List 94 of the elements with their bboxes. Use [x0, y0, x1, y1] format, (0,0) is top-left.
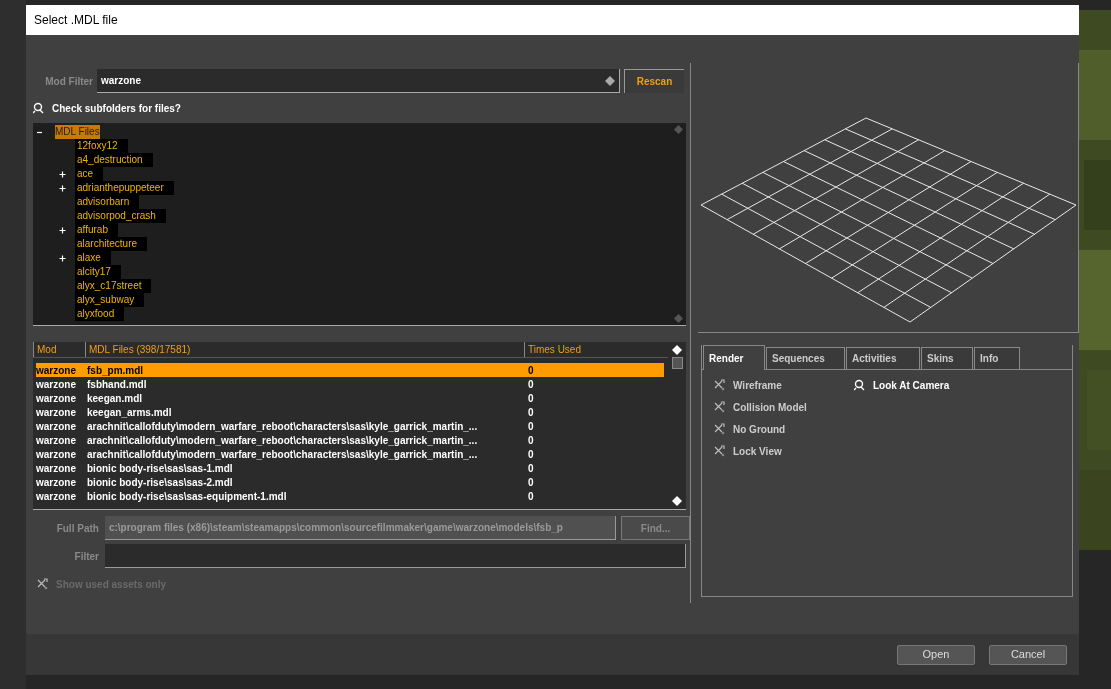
tree-item[interactable]: alyxfood	[75, 307, 125, 321]
list-row[interactable]: warzone keegan.mdl 0	[36, 391, 664, 405]
tree-item[interactable]: alcity17	[75, 265, 121, 279]
table-cell-text: warzone	[36, 377, 77, 392]
unchecked-checkbox-icon[interactable]	[714, 423, 725, 435]
tab[interactable]: Sequences	[766, 347, 845, 369]
dialog-button[interactable]: Cancel	[989, 644, 1067, 665]
table-cell-text: 0	[528, 433, 534, 448]
dialog-button[interactable]: Open	[897, 644, 975, 665]
table-cell-text: warzone	[36, 447, 77, 462]
window-title: Select .MDL file	[34, 12, 118, 29]
table-cell-text: warzone	[36, 475, 77, 490]
table-cell-text: warzone	[36, 405, 77, 420]
tree-item[interactable]: alyx_subway	[75, 293, 145, 307]
tree-item[interactable]: alarchitecture	[75, 237, 148, 251]
tree-item[interactable]: affurab	[75, 223, 118, 237]
table-cell-text: arachnit\callofduty\modern_warfare_reboot\characters\sas\kyle_garrick_martin_...	[87, 419, 479, 434]
checkbox-label: Wireframe	[733, 378, 782, 393]
unchecked-checkbox-icon[interactable]	[714, 401, 725, 413]
expand-icon[interactable]	[59, 226, 66, 234]
table-cell-text: bionic body-rise\sas\sas-1.mdl	[87, 461, 234, 476]
unchecked-checkbox-icon[interactable]	[714, 379, 725, 391]
list-row[interactable]: warzone arachnit\callofduty\modern_warfare_reboot\characters\sas\kyle_garrick_martin_... 0	[36, 447, 664, 461]
table-cell-text: bionic body-rise\sas\sas-2.mdl	[87, 475, 234, 490]
table-cell-text: keegan_arms.mdl	[87, 405, 173, 420]
column-header[interactable]: MDL Files (398/17581)	[85, 342, 524, 357]
tab[interactable]: Activities	[846, 347, 920, 369]
table-cell-text: warzone	[36, 419, 77, 434]
table-cell-text: 0	[528, 475, 534, 490]
tree-item[interactable]: alyx_c17street	[75, 279, 152, 293]
checkbox-label: Collision Model	[733, 400, 807, 415]
table-cell-text: 0	[528, 377, 534, 392]
table-cell-text: warzone	[36, 461, 77, 476]
tab[interactable]: Info	[974, 347, 1020, 369]
table-cell-text: 0	[528, 447, 534, 462]
tree-item[interactable]: ace	[75, 167, 104, 181]
table-cell-text: warzone	[36, 363, 77, 378]
tree-item[interactable]: advisorpod_crash	[75, 209, 166, 223]
table-cell-text: keegan.mdl	[87, 391, 144, 406]
mod-filter-field[interactable]: warzone	[97, 69, 620, 93]
rescan-button[interactable]: Rescan	[624, 69, 684, 93]
checkbox-label: Check subfolders for files?	[52, 101, 181, 116]
tab[interactable]: Render	[703, 345, 765, 370]
expand-icon[interactable]	[59, 184, 66, 192]
list-row[interactable]: warzone keegan_arms.mdl 0	[36, 405, 664, 419]
scroll-thumb[interactable]	[671, 357, 683, 369]
field-label: Full Path	[55, 521, 100, 536]
table-cell-text: arachnit\callofduty\modern_warfare_reboot\characters\sas\kyle_garrick_martin_...	[87, 433, 479, 448]
checkbox-label: Look At Camera	[873, 378, 950, 393]
list-row[interactable]: warzone bionic body-rise\sas\sas-1.mdl 0	[36, 461, 664, 475]
expand-icon[interactable]	[59, 254, 66, 262]
list-row[interactable]: warzone arachnit\callofduty\modern_warfare_reboot\characters\sas\kyle_garrick_martin_... 0	[36, 433, 664, 447]
table-cell-text: 0	[528, 461, 534, 476]
table-cell-text: 0	[528, 419, 534, 434]
unchecked-checkbox-icon[interactable]	[37, 578, 48, 590]
tree-item[interactable]: MDL Files	[55, 125, 100, 139]
checkbox-label: No Ground	[733, 422, 786, 437]
scroll-up-icon	[673, 125, 683, 134]
list-row[interactable]: warzone arachnit\callofduty\modern_warfare_reboot\characters\sas\kyle_garrick_martin_... 0	[36, 419, 664, 433]
list-row[interactable]: warzone bionic body-rise\sas\sas-2.mdl 0	[36, 475, 664, 489]
table-cell-text: warzone	[36, 489, 77, 504]
table-cell-text: 0	[528, 391, 534, 406]
table-cell-text: 0	[528, 489, 534, 504]
field-label: Filter	[73, 549, 100, 564]
checkbox-label: Lock View	[733, 444, 782, 459]
tree-item[interactable]: advisorbarn	[75, 195, 140, 209]
table-cell-text: fsbhand.mdl	[87, 377, 148, 392]
list-row[interactable]: warzone fsbhand.mdl 0	[36, 377, 664, 391]
unchecked-checkbox-icon[interactable]	[714, 445, 725, 457]
field-label: Mod Filter	[44, 74, 94, 89]
checked-checkbox-icon[interactable]	[854, 379, 865, 391]
expand-icon[interactable]	[59, 170, 66, 178]
selected-row[interactable]: warzone fsb_pm.mdl 0	[36, 363, 664, 377]
tree-item[interactable]: a4_destruction	[75, 153, 153, 167]
table-cell-text: warzone	[36, 433, 77, 448]
table-cell-text: bionic body-rise\sas\sas-equipment-1.mdl	[87, 489, 288, 504]
checked-checkbox-icon[interactable]	[33, 102, 44, 114]
table-cell-text: warzone	[36, 391, 77, 406]
table-cell-text: fsb_pm.mdl	[87, 363, 145, 378]
table-cell-text: 0	[528, 405, 534, 420]
filter-field[interactable]	[105, 544, 686, 568]
tree-item[interactable]: alaxe	[75, 251, 111, 265]
tree-item[interactable]: adrianthepuppeteer	[75, 181, 174, 195]
scroll-up-icon	[672, 345, 682, 355]
tree-item[interactable]: 12foxy12	[75, 139, 128, 153]
scroll-down-icon	[673, 314, 683, 323]
dropdown-icon	[605, 75, 615, 86]
column-header[interactable]: Mod	[33, 342, 85, 357]
list-row[interactable]: warzone bionic body-rise\sas\sas-equipment-1.mdl 0	[36, 489, 664, 503]
table-cell-text: 0	[528, 363, 534, 378]
table-cell-text: arachnit\callofduty\modern_warfare_reboot\characters\sas\kyle_garrick_martin_...	[87, 447, 479, 462]
scroll-down-icon	[672, 496, 682, 506]
column-header[interactable]: Times Used	[524, 342, 664, 357]
tab[interactable]: Skins	[921, 347, 973, 369]
